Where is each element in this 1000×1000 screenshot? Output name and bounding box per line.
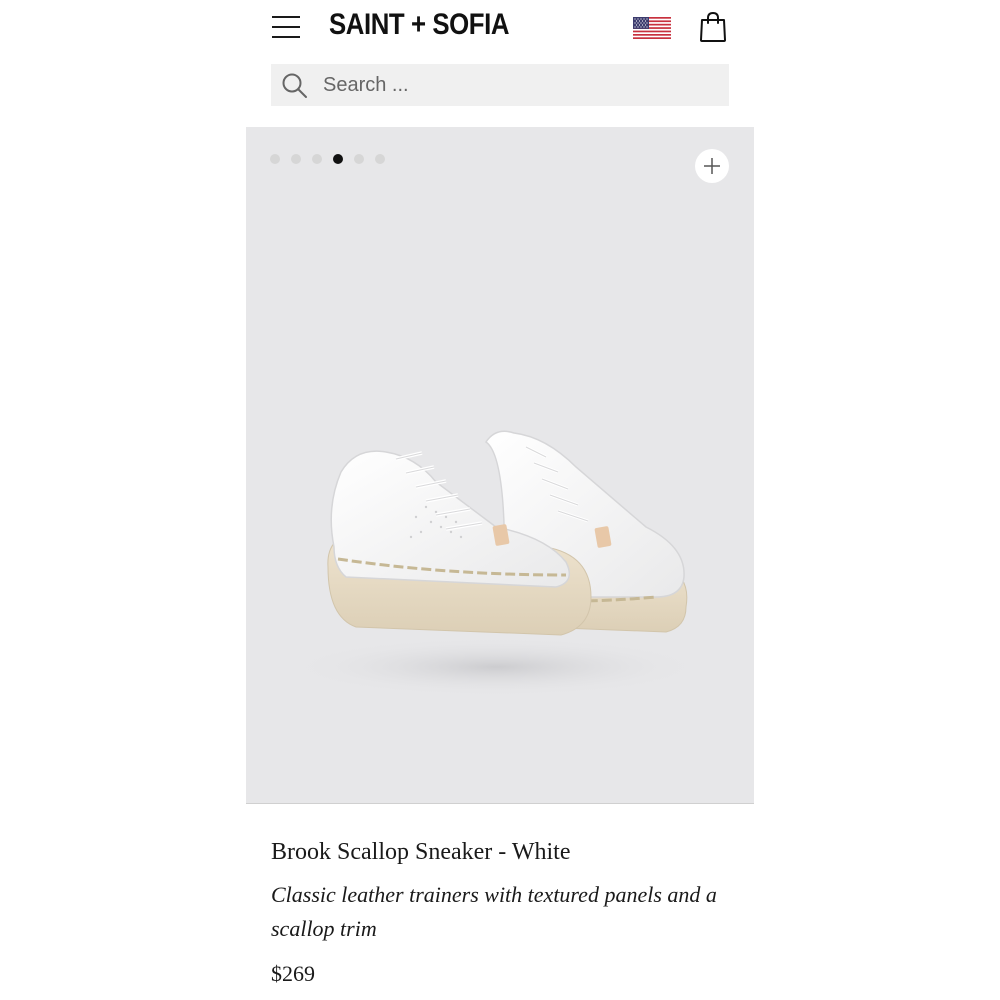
us-flag-icon[interactable]	[633, 17, 671, 39]
site-header: SAINT + SOFIA	[0, 0, 1000, 56]
gallery-dot-4[interactable]	[333, 154, 343, 164]
plus-icon	[704, 158, 720, 174]
zoom-button[interactable]	[695, 149, 729, 183]
gallery-dot-6[interactable]	[375, 154, 385, 164]
product-description: Classic leather trainers with textured p…	[271, 882, 717, 941]
search-icon[interactable]	[281, 72, 309, 100]
product-title[interactable]: Brook Scallop Sneaker - White	[271, 836, 741, 868]
gallery-dot-5[interactable]	[354, 154, 364, 164]
search-bar[interactable]	[271, 64, 729, 106]
hamburger-menu-icon[interactable]	[270, 14, 302, 40]
product-info: Brook Scallop Sneaker - White Classic le…	[271, 836, 741, 990]
gallery-dot-1[interactable]	[270, 154, 280, 164]
gallery-dot-3[interactable]	[312, 154, 322, 164]
gallery-dot-2[interactable]	[291, 154, 301, 164]
search-input[interactable]	[323, 64, 723, 106]
gallery-pagination	[270, 154, 385, 164]
product-image-gallery[interactable]	[246, 127, 754, 804]
site-logo[interactable]: SAINT + SOFIA	[329, 8, 509, 42]
product-price: $269	[271, 961, 315, 986]
white-sneaker-product-image	[286, 430, 706, 697]
shopping-bag-icon[interactable]	[699, 11, 727, 43]
